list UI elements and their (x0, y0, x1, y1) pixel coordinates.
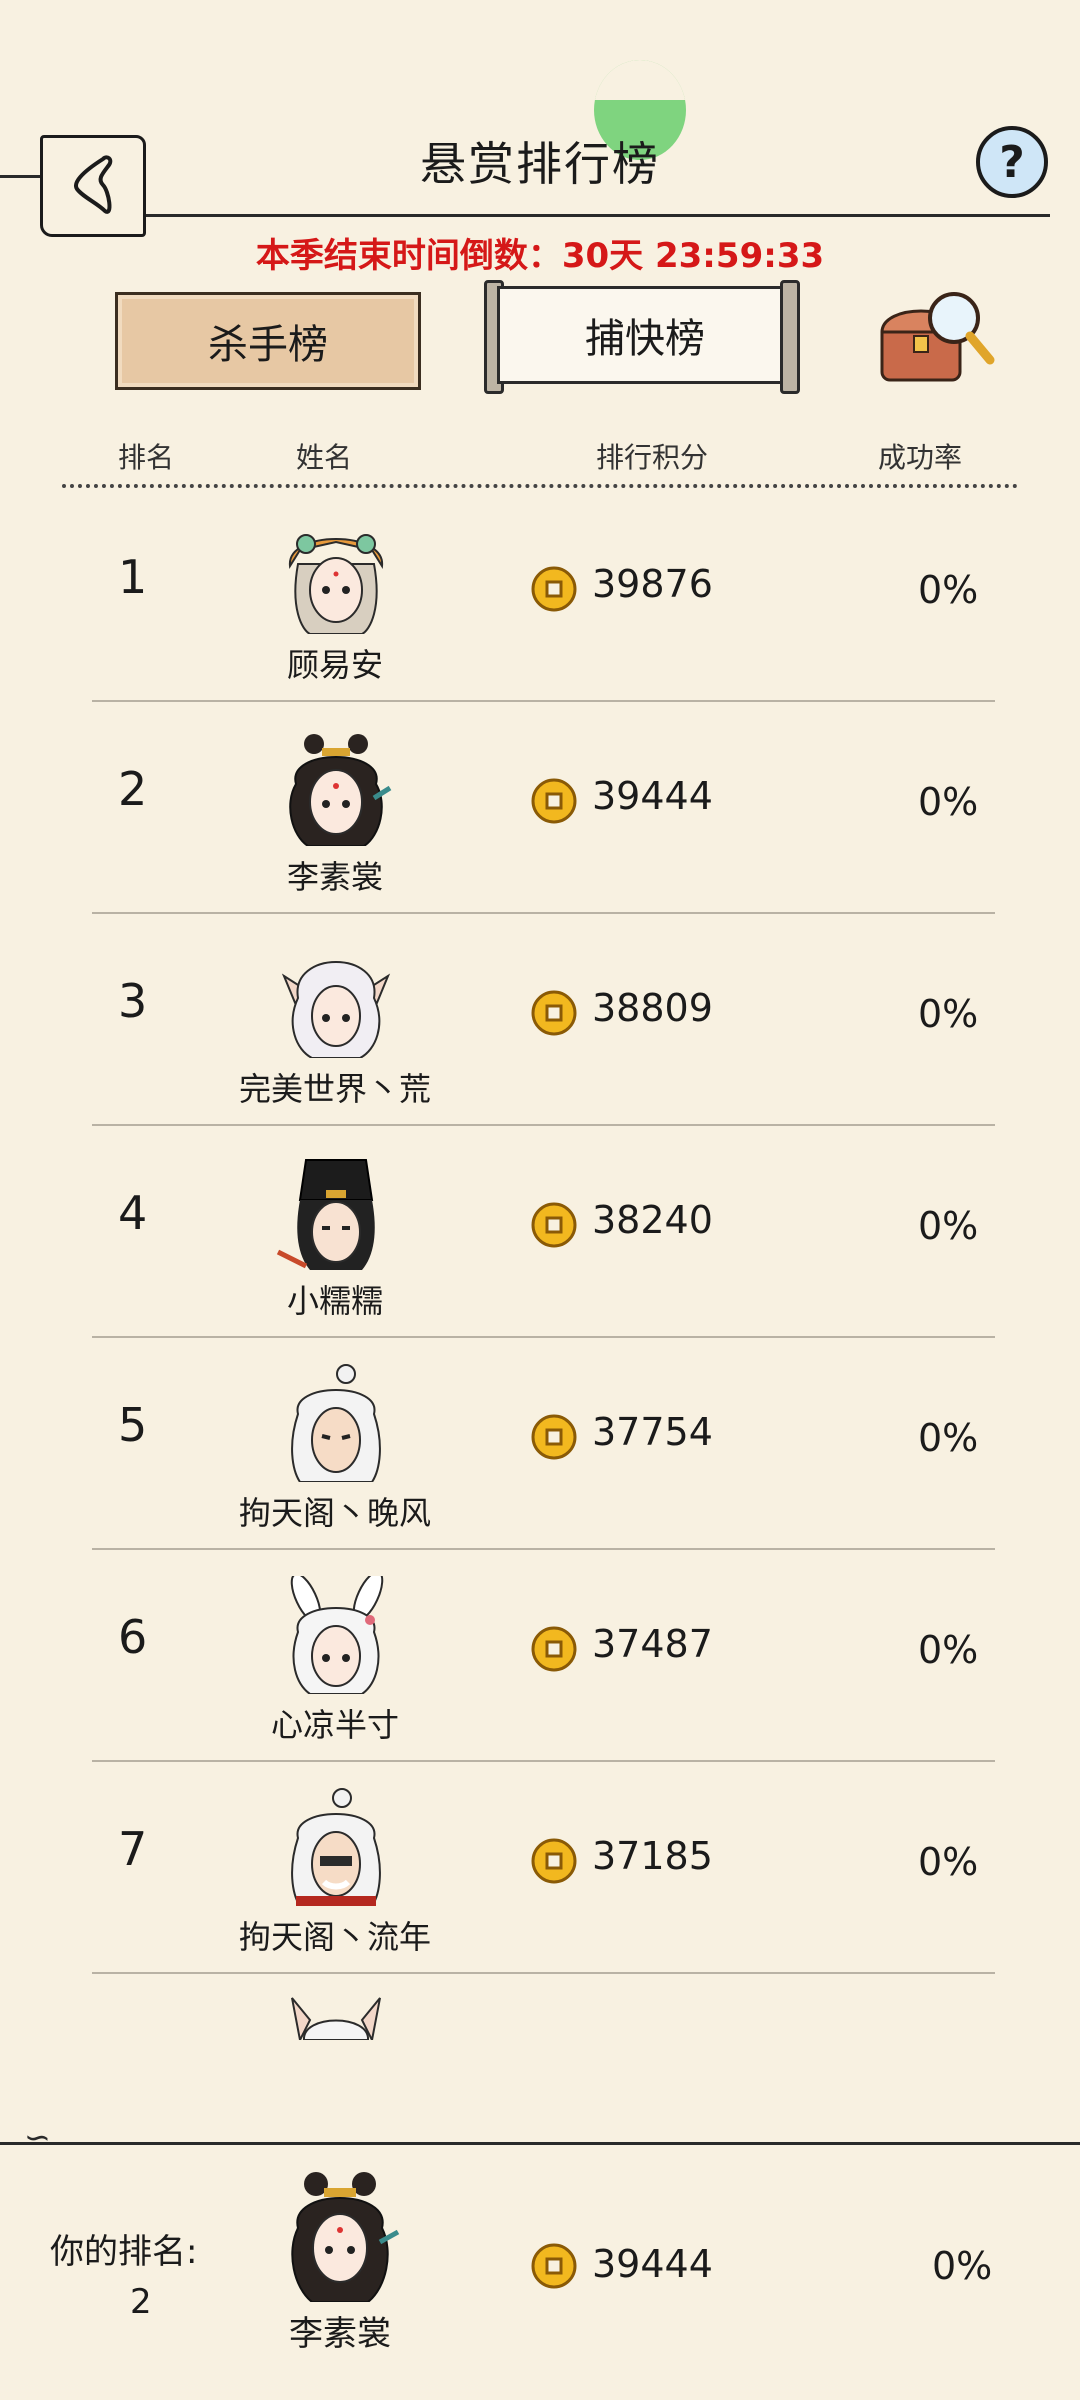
coin-icon (531, 990, 577, 1036)
footer-divider (0, 2142, 1080, 2145)
avatar[interactable] (276, 940, 396, 1059)
help-icon: ? (999, 136, 1025, 188)
coin-icon (531, 1414, 577, 1460)
my-player-name: 李素裳 (289, 2314, 391, 2354)
player-name: 心凉半寸 (270, 1706, 399, 1744)
table-row[interactable]: 3 完美世界丶荒 38809 0% (0, 914, 1080, 1126)
column-header-rank: 排名 (118, 441, 175, 474)
score-value: 38240 (592, 1198, 713, 1242)
success-rate: 0% (918, 1204, 979, 1248)
treasure-chest-search-button[interactable] (876, 280, 996, 390)
score-value: 39444 (592, 774, 713, 818)
avatar[interactable] (276, 1152, 396, 1270)
table-row[interactable]: 2 李素裳 39444 0% (0, 702, 1080, 914)
tab-killer-board[interactable]: 杀手榜 (115, 292, 421, 390)
player-name: 拘天阁丶晚风 (238, 1494, 431, 1532)
page-title: 悬赏排行榜 (420, 137, 660, 191)
my-rank-label: 你的排名: (50, 2232, 198, 2272)
column-header-rate: 成功率 (878, 441, 963, 474)
row-rank: 5 (118, 1398, 148, 1452)
chest-magnifier-icon (880, 292, 995, 382)
row-rank: 7 (118, 1822, 148, 1876)
success-rate: 0% (918, 780, 979, 824)
coin-icon (531, 1838, 577, 1884)
coin-icon (531, 1202, 577, 1248)
table-row[interactable]: 6 心凉半寸 37487 0% (0, 1550, 1080, 1762)
status-area (0, 0, 1080, 100)
header-divider (140, 214, 1050, 217)
my-score-value: 39444 (592, 2242, 713, 2286)
tab-catcher-board[interactable]: 捕快榜 (497, 286, 793, 384)
success-rate: 0% (918, 992, 979, 1036)
coin-icon (531, 2243, 577, 2289)
score-value: 37487 (592, 1622, 713, 1666)
avatar[interactable] (276, 1571, 396, 1695)
success-rate: 0% (918, 1628, 979, 1672)
player-name: 李素裳 (286, 858, 383, 896)
player-name: 完美世界丶荒 (238, 1070, 431, 1108)
avatar[interactable] (276, 1788, 396, 1907)
score-value: 37754 (592, 1410, 713, 1454)
column-header-score: 排行积分 (596, 441, 709, 474)
row-rank: 4 (118, 1186, 148, 1240)
avatar[interactable] (288, 1994, 384, 2040)
coin-icon (531, 566, 577, 612)
score-value: 37185 (592, 1834, 713, 1878)
success-rate: 0% (918, 1840, 979, 1884)
row-rank: 1 (118, 550, 148, 604)
row-rank: 2 (118, 762, 148, 816)
row-rank: 3 (118, 974, 148, 1028)
scroll-roll-right (780, 280, 800, 394)
table-row[interactable]: 7 拘天阁丶流年 37185 0% (0, 1762, 1080, 1974)
score-value: 38809 (592, 986, 713, 1030)
success-rate: 0% (918, 1416, 979, 1460)
table-row[interactable]: 4 小糯糯 38240 0% (0, 1126, 1080, 1338)
header-dotted-divider (62, 484, 1018, 488)
column-header-name: 姓名 (296, 441, 353, 474)
player-name: 拘天阁丶流年 (238, 1918, 431, 1956)
avatar[interactable] (276, 516, 396, 635)
table-row[interactable]: 5 拘天阁丶晚风 37754 0% (0, 1338, 1080, 1550)
season-countdown: 本季结束时间倒数：30天 23:59:33 (255, 236, 825, 276)
coin-icon (531, 1626, 577, 1672)
tab-label: 杀手榜 (208, 322, 328, 368)
tab-label: 捕快榜 (585, 316, 705, 362)
help-button[interactable]: ? (976, 126, 1048, 198)
score-value: 39876 (592, 562, 713, 606)
player-name: 小糯糯 (286, 1282, 383, 1320)
table-row[interactable]: 1 顾易安 39876 0% (0, 490, 1080, 702)
swirl-ornament-icon: ∽ (24, 2118, 51, 2156)
ranking-list: 1 顾易安 39876 0% 2 李素裳 39444 0% 3 完美世界丶荒 3… (0, 490, 1080, 1974)
avatar[interactable] (276, 1364, 396, 1483)
my-rank-value: 2 (130, 2282, 152, 2322)
player-name: 顾易安 (286, 646, 383, 684)
success-rate: 0% (918, 568, 979, 612)
my-success-rate: 0% (932, 2244, 993, 2288)
coin-icon (531, 778, 577, 824)
avatar[interactable] (276, 728, 396, 847)
row-rank: 6 (118, 1610, 148, 1664)
my-avatar[interactable] (278, 2164, 402, 2303)
